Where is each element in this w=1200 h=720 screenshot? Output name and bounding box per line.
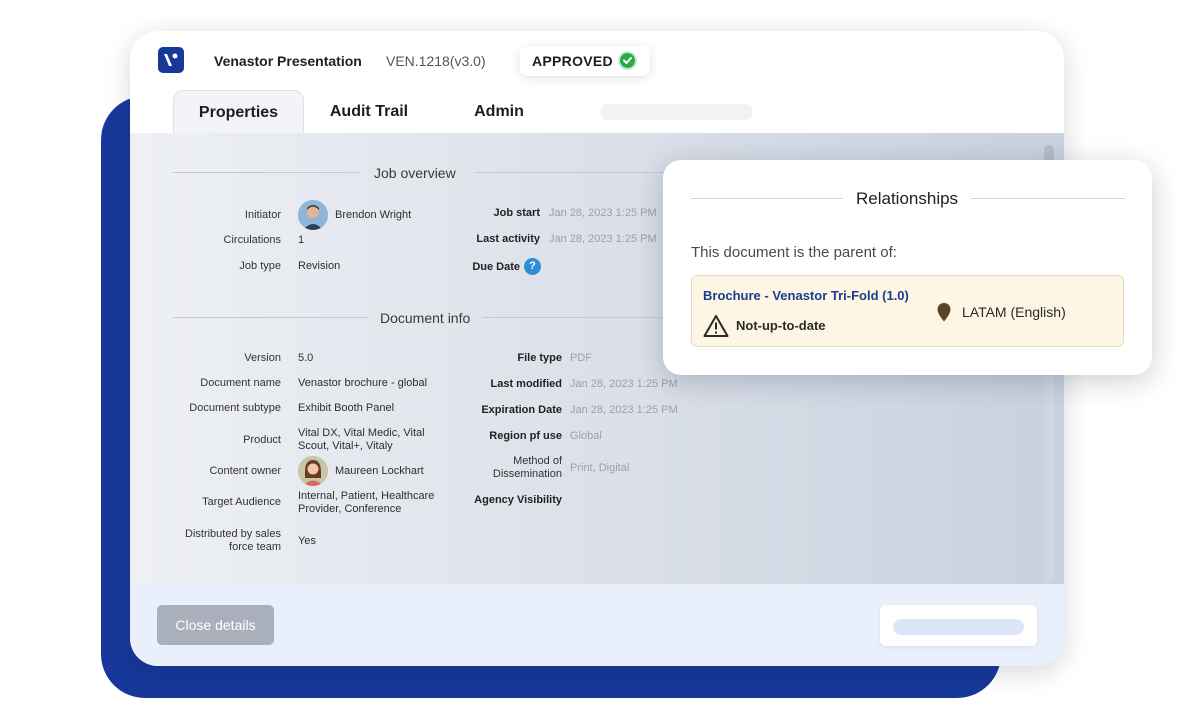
help-icon[interactable]: ? bbox=[524, 258, 541, 275]
due-date-label: Due Date bbox=[472, 261, 520, 273]
stage: Venastor Presentation VEN.1218(v3.0) APP… bbox=[0, 0, 1200, 720]
product-value-line2: Scout, Vital+, Vitaly bbox=[298, 440, 393, 452]
target-audience-value-line2: Provider, Conference bbox=[298, 503, 402, 515]
relationship-item[interactable]: Brochure - Venastor Tri-Fold (1.0) Not-u… bbox=[691, 275, 1124, 347]
target-audience-value-line1: Internal, Patient, Healthcare bbox=[298, 490, 435, 502]
file-type-value: PDF bbox=[570, 352, 592, 364]
avatar-brendon-icon bbox=[298, 200, 328, 230]
last-activity-label: Last activity bbox=[476, 233, 540, 245]
product-value-line1: Vital DX, Vital Medic, Vital bbox=[298, 427, 425, 439]
region-value: Global bbox=[570, 430, 602, 442]
method-label-line2: Dissemination bbox=[492, 468, 562, 480]
content-owner-label: Content owner bbox=[209, 465, 281, 477]
last-modified-value: Jan 28, 2023 1:25 PM bbox=[570, 378, 678, 390]
location-pin-icon bbox=[937, 303, 951, 327]
doc-subtype-value: Exhibit Booth Panel bbox=[298, 402, 395, 414]
relationships-title: Relationships bbox=[856, 189, 959, 208]
version-label: Version bbox=[244, 352, 281, 364]
tab-audit-trail[interactable]: Audit Trail bbox=[314, 90, 424, 133]
document-info-title: Document info bbox=[380, 310, 471, 326]
warning-icon bbox=[703, 314, 729, 343]
job-start-value: Jan 28, 2023 1:25 PM bbox=[549, 207, 657, 219]
agency-visibility-label: Agency Visibility bbox=[474, 494, 562, 506]
status-label: APPROVED bbox=[532, 53, 613, 69]
avatar-maureen-icon bbox=[298, 456, 328, 486]
expiration-label: Expiration Date bbox=[481, 404, 562, 416]
popup-divider-right bbox=[971, 198, 1125, 199]
circulations-label: Circulations bbox=[223, 234, 281, 246]
close-details-button[interactable]: Close details bbox=[157, 605, 274, 645]
job-start-label: Job start bbox=[493, 207, 540, 219]
circulations-value: 1 bbox=[298, 234, 305, 246]
status-badge: APPROVED bbox=[520, 46, 650, 76]
file-type-label: File type bbox=[517, 352, 562, 364]
app-logo-icon bbox=[158, 47, 184, 73]
parent-of-text: This document is the parent of: bbox=[691, 244, 897, 261]
document-id: VEN.1218(v3.0) bbox=[386, 53, 486, 69]
relationships-popup: Relationships This document is the paren… bbox=[663, 160, 1152, 375]
version-value: 5.0 bbox=[298, 352, 314, 364]
method-label-line1: Method of bbox=[513, 455, 562, 467]
doc-name-label: Document name bbox=[200, 377, 281, 389]
tab-properties[interactable]: Properties bbox=[173, 90, 304, 133]
section-divider bbox=[474, 172, 664, 173]
related-document-link[interactable]: Brochure - Venastor Tri-Fold (1.0) bbox=[703, 288, 909, 303]
footer-placeholder-card bbox=[880, 605, 1037, 646]
document-title: Venastor Presentation bbox=[214, 53, 362, 69]
target-audience-label: Target Audience bbox=[202, 496, 281, 508]
content-owner-value: Maureen Lockhart bbox=[335, 465, 424, 477]
popup-divider-left bbox=[691, 198, 843, 199]
job-type-value: Revision bbox=[298, 260, 341, 272]
product-label: Product bbox=[243, 434, 281, 446]
section-divider bbox=[173, 317, 369, 318]
initiator-label: Initiator bbox=[244, 209, 281, 221]
section-divider bbox=[173, 172, 360, 173]
method-value: Print, Digital bbox=[570, 462, 630, 474]
last-modified-label: Last modified bbox=[490, 378, 562, 390]
tab-admin[interactable]: Admin bbox=[445, 90, 553, 133]
check-circle-icon bbox=[618, 51, 637, 70]
job-overview-title: Job overview bbox=[374, 165, 456, 181]
footer-placeholder-bar bbox=[893, 619, 1024, 635]
distributed-value: Yes bbox=[298, 535, 316, 547]
expiration-value: Jan 28, 2023 1:25 PM bbox=[570, 404, 678, 416]
doc-name-value: Venastor brochure - global bbox=[298, 377, 428, 389]
doc-subtype-label: Document subtype bbox=[189, 402, 281, 414]
region-label: Region pf use bbox=[489, 430, 562, 442]
initiator-value: Brendon Wright bbox=[335, 209, 412, 221]
distributed-label-line2: force team bbox=[229, 541, 281, 553]
job-type-label: Job type bbox=[239, 260, 281, 272]
region-language: LATAM (English) bbox=[962, 304, 1066, 320]
not-up-to-date-status: Not-up-to-date bbox=[736, 318, 826, 333]
tab-placeholder bbox=[600, 104, 753, 120]
distributed-label-line1: Distributed by sales bbox=[185, 528, 281, 540]
footer-bar: Close details bbox=[130, 584, 1064, 666]
last-activity-value: Jan 28, 2023 1:25 PM bbox=[549, 233, 657, 245]
section-divider bbox=[482, 317, 664, 318]
